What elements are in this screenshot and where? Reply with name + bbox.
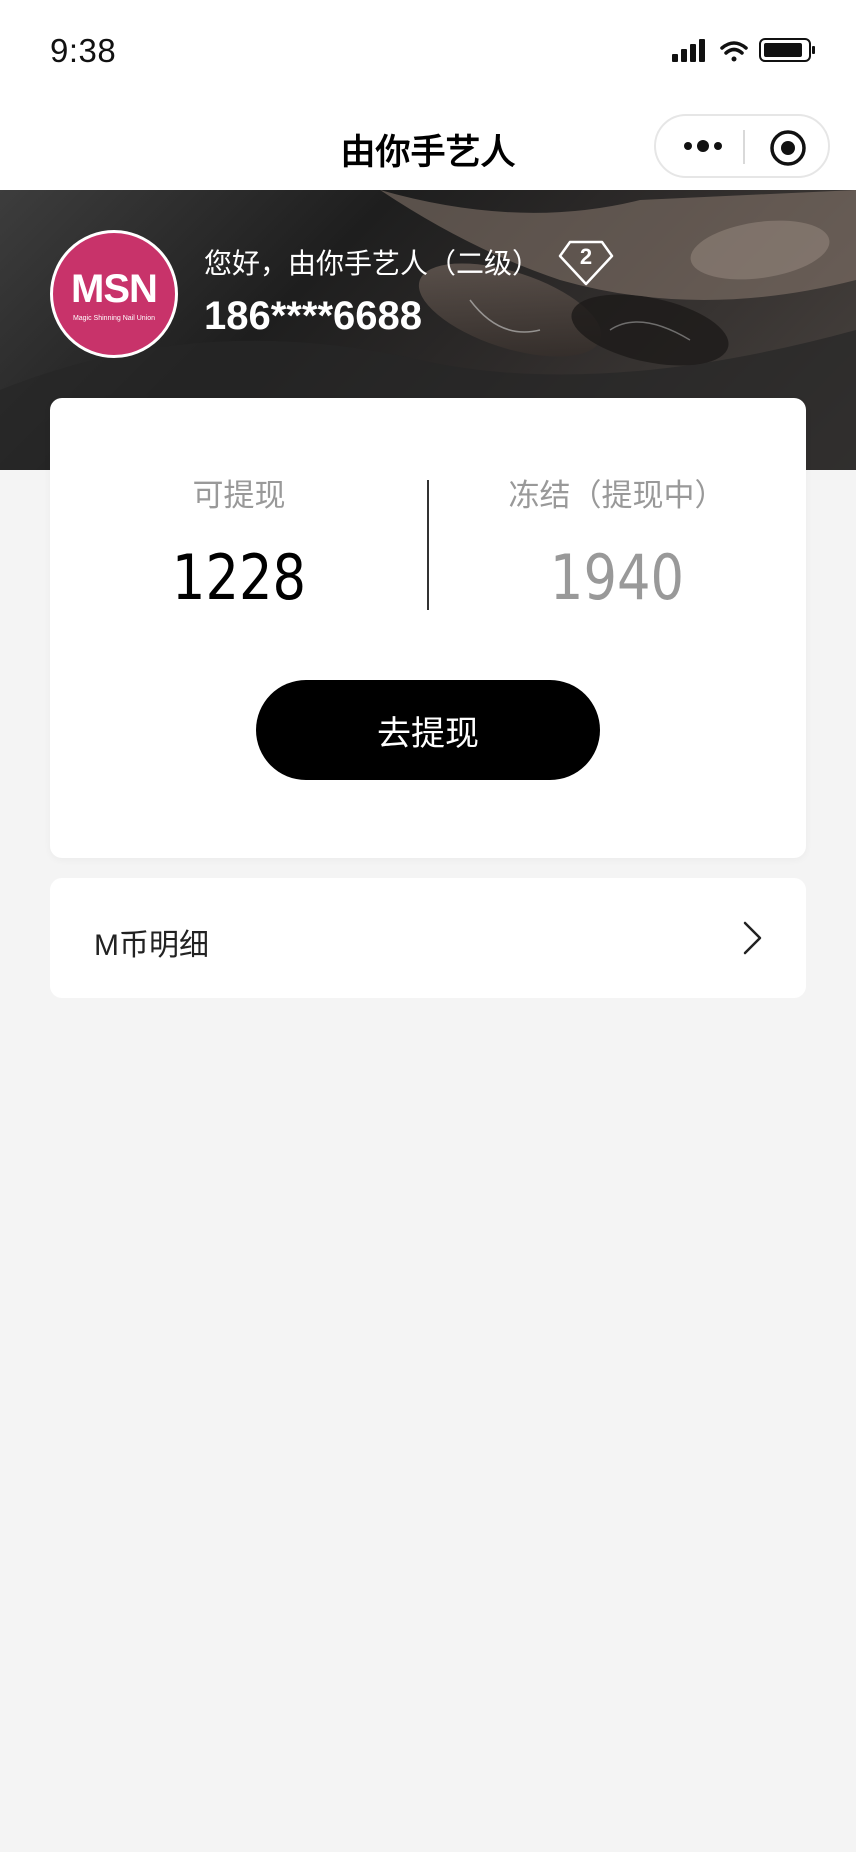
available-value: 1228 bbox=[171, 541, 307, 614]
frozen-balance: 冻结（提现中） 1940 bbox=[428, 470, 806, 614]
available-balance: 可提现 1228 bbox=[50, 470, 428, 614]
nav-bar: 由你手艺人 bbox=[0, 100, 856, 190]
frozen-value: 1940 bbox=[549, 541, 685, 614]
status-icons bbox=[672, 38, 815, 62]
more-icon[interactable] bbox=[682, 136, 726, 156]
frozen-label: 冻结（提现中） bbox=[508, 478, 726, 513]
capsule-divider bbox=[743, 130, 745, 164]
phone-number: 186****6688 bbox=[204, 294, 422, 338]
coin-detail-label: M币明细 bbox=[94, 929, 209, 962]
wallet-card: 可提现 1228 冻结（提现中） 1940 去提现 bbox=[50, 398, 806, 858]
close-miniprogram-icon[interactable] bbox=[768, 128, 808, 168]
level-badge: 2 bbox=[558, 240, 614, 286]
wifi-icon bbox=[720, 41, 748, 62]
signal-icon bbox=[672, 39, 705, 62]
mini-program-capsule bbox=[654, 114, 830, 178]
available-label: 可提现 bbox=[192, 478, 286, 513]
withdraw-button[interactable]: 去提现 bbox=[256, 680, 600, 780]
chevron-right-icon bbox=[743, 921, 762, 955]
battery-icon bbox=[759, 38, 815, 62]
avatar: MSN Magic Shinning Nail Union bbox=[50, 230, 178, 358]
greeting-text: 您好，由你手艺人（二级） bbox=[204, 248, 541, 279]
status-time: 9:38 bbox=[50, 32, 117, 69]
avatar-logo-subtext: Magic Shinning Nail Union bbox=[72, 315, 156, 322]
level-number: 2 bbox=[579, 244, 593, 269]
coin-detail-row[interactable]: M币明细 bbox=[50, 878, 806, 998]
avatar-logo-text: MSN bbox=[71, 267, 158, 311]
status-bar: 9:38 bbox=[0, 0, 856, 100]
